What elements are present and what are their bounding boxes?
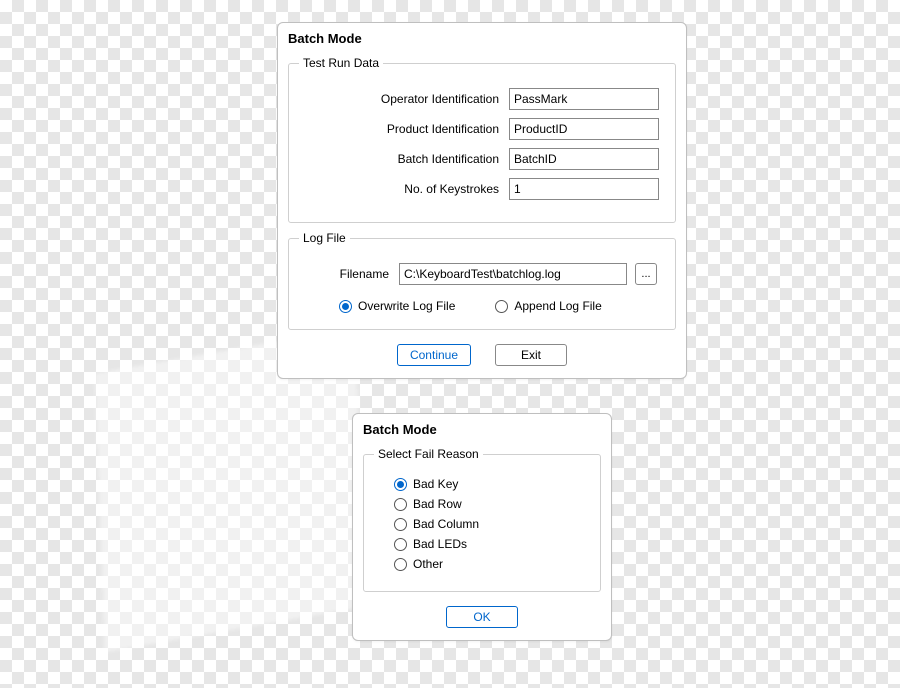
fail-reason-group: Select Fail Reason Bad Key Bad Row Bad C…: [363, 447, 601, 592]
operator-input[interactable]: [509, 88, 659, 110]
radio-icon: [495, 300, 508, 313]
keystrokes-label: No. of Keystrokes: [299, 182, 509, 196]
product-input[interactable]: [509, 118, 659, 140]
browse-button[interactable]: ...: [635, 263, 657, 285]
bad-row-label: Bad Row: [413, 497, 462, 511]
product-row: Product Identification: [299, 118, 665, 140]
product-label: Product Identification: [299, 122, 509, 136]
overwrite-radio[interactable]: Overwrite Log File: [339, 299, 455, 313]
ok-button[interactable]: OK: [446, 606, 518, 628]
other-radio[interactable]: Other: [394, 557, 590, 571]
bad-key-radio[interactable]: Bad Key: [394, 477, 590, 491]
append-label: Append Log File: [514, 299, 601, 313]
overwrite-label: Overwrite Log File: [358, 299, 455, 313]
bad-leds-radio[interactable]: Bad LEDs: [394, 537, 590, 551]
log-file-group: Log File Filename ... Overwrite Log File…: [288, 231, 676, 330]
dialog-title: Batch Mode: [278, 23, 686, 50]
batch-mode-dialog: Batch Mode Test Run Data Operator Identi…: [277, 22, 687, 379]
append-radio[interactable]: Append Log File: [495, 299, 601, 313]
log-file-legend: Log File: [299, 231, 350, 245]
operator-label: Operator Identification: [299, 92, 509, 106]
keystrokes-row: No. of Keystrokes: [299, 178, 665, 200]
bad-column-radio[interactable]: Bad Column: [394, 517, 590, 531]
fail-reason-list: Bad Key Bad Row Bad Column Bad LEDs Othe…: [394, 477, 590, 571]
continue-button[interactable]: Continue: [397, 344, 471, 366]
radio-icon: [394, 558, 407, 571]
other-label: Other: [413, 557, 443, 571]
bad-row-radio[interactable]: Bad Row: [394, 497, 590, 511]
filename-label: Filename: [189, 267, 399, 281]
test-run-data-legend: Test Run Data: [299, 56, 383, 70]
batch-row: Batch Identification: [299, 148, 665, 170]
dialog-title: Batch Mode: [353, 414, 611, 441]
log-mode-radios: Overwrite Log File Append Log File: [339, 299, 665, 313]
fail-reason-legend: Select Fail Reason: [374, 447, 483, 461]
operator-row: Operator Identification: [299, 88, 665, 110]
filename-input[interactable]: [399, 263, 627, 285]
bad-leds-label: Bad LEDs: [413, 537, 467, 551]
fail-reason-dialog: Batch Mode Select Fail Reason Bad Key Ba…: [352, 413, 612, 641]
test-run-data-group: Test Run Data Operator Identification Pr…: [288, 56, 676, 223]
filename-row: Filename ...: [189, 263, 665, 285]
radio-icon: [394, 478, 407, 491]
batch-label: Batch Identification: [299, 152, 509, 166]
bad-column-label: Bad Column: [413, 517, 479, 531]
bad-key-label: Bad Key: [413, 477, 458, 491]
exit-button[interactable]: Exit: [495, 344, 567, 366]
radio-icon: [394, 498, 407, 511]
dialog-buttons: Continue Exit: [278, 338, 686, 378]
dialog-buttons: OK: [353, 600, 611, 640]
radio-icon: [339, 300, 352, 313]
radio-icon: [394, 518, 407, 531]
keystrokes-input[interactable]: [509, 178, 659, 200]
batch-input[interactable]: [509, 148, 659, 170]
radio-icon: [394, 538, 407, 551]
